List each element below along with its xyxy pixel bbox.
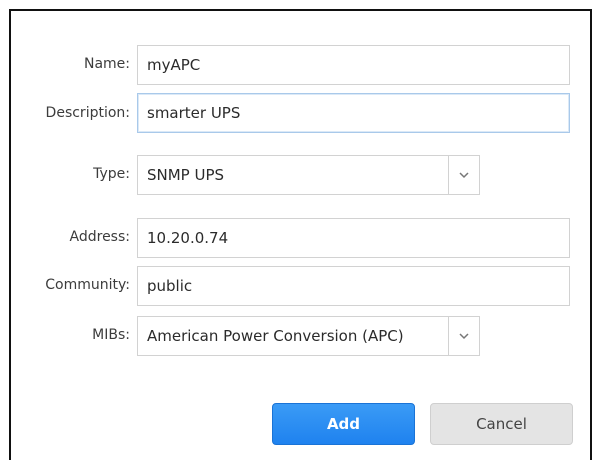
- name-field[interactable]: myAPC: [137, 45, 570, 85]
- community-value: public: [147, 277, 193, 295]
- mibs-value: American Power Conversion (APC): [147, 327, 404, 345]
- description-field[interactable]: smarter UPS: [137, 93, 570, 133]
- type-label: Type:: [93, 166, 130, 182]
- description-value: smarter UPS: [147, 104, 241, 122]
- community-field[interactable]: public: [137, 266, 570, 306]
- name-label: Name:: [83, 56, 130, 72]
- mibs-select[interactable]: American Power Conversion (APC): [137, 316, 480, 356]
- chevron-down-icon[interactable]: [448, 156, 479, 194]
- add-button[interactable]: Add: [272, 403, 415, 445]
- cancel-button[interactable]: Cancel: [430, 403, 573, 445]
- address-value: 10.20.0.74: [147, 229, 229, 247]
- mibs-label: MIBs:: [92, 327, 130, 343]
- community-label: Community:: [45, 277, 130, 293]
- description-label: Description:: [45, 105, 130, 121]
- address-label: Address:: [69, 229, 130, 245]
- chevron-down-icon[interactable]: [448, 317, 479, 355]
- type-select[interactable]: SNMP UPS: [137, 155, 480, 195]
- type-value: SNMP UPS: [147, 166, 225, 184]
- name-value: myAPC: [147, 56, 201, 74]
- address-field[interactable]: 10.20.0.74: [137, 218, 570, 258]
